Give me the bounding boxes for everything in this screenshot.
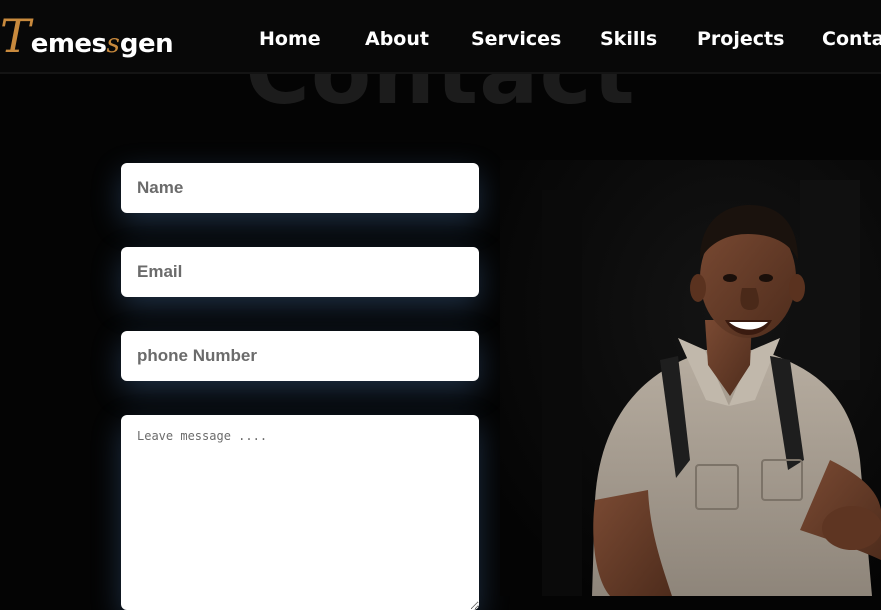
message-textarea[interactable] bbox=[121, 415, 479, 610]
logo-accent-letter: s bbox=[106, 29, 120, 59]
nav-about[interactable]: About bbox=[365, 24, 429, 54]
logo[interactable]: Temessgen bbox=[0, 8, 174, 64]
nav-projects[interactable]: Projects bbox=[697, 24, 784, 54]
nav-services[interactable]: Services bbox=[471, 24, 561, 54]
nav-skills[interactable]: Skills bbox=[600, 24, 657, 54]
logo-text-part2: gen bbox=[119, 29, 174, 59]
nav-home[interactable]: Home bbox=[259, 24, 321, 54]
nav-contact[interactable]: Contact bbox=[822, 24, 881, 54]
email-input[interactable] bbox=[121, 247, 479, 297]
logo-initial: T bbox=[0, 9, 31, 63]
phone-input[interactable] bbox=[121, 331, 479, 381]
navbar: Temessgen Home About Services Skills Pro… bbox=[0, 0, 881, 74]
profile-photo bbox=[500, 160, 881, 596]
name-input[interactable] bbox=[121, 163, 479, 213]
logo-text-part1: emes bbox=[30, 29, 107, 59]
